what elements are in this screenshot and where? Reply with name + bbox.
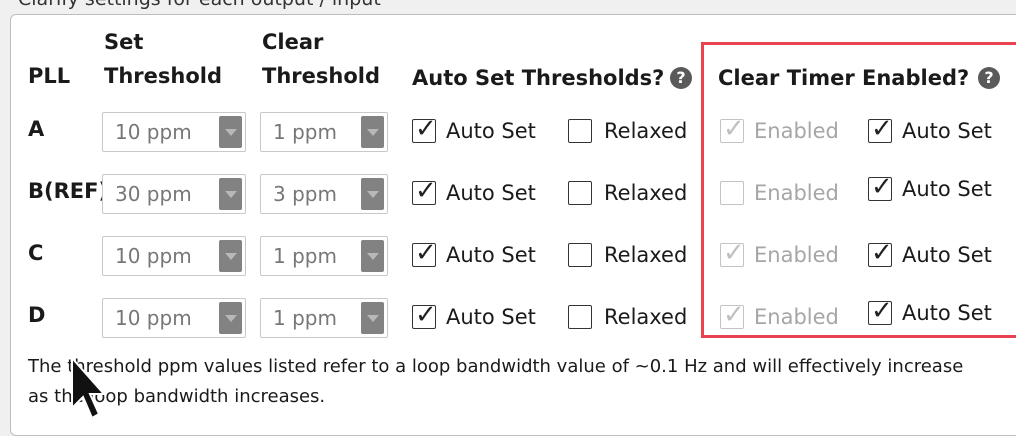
mouse-cursor-icon	[71, 355, 107, 420]
pll-row-label: D	[28, 303, 46, 327]
relaxed-label: Relaxed	[604, 119, 688, 143]
clear-threshold-value: 1 ppm	[273, 120, 337, 144]
checkmark-icon: ✓	[723, 238, 745, 268]
relaxed-label: Relaxed	[604, 243, 688, 267]
dropdown-arrow-icon[interactable]	[219, 240, 242, 272]
clear-threshold-select[interactable]: 3 ppm	[260, 174, 388, 214]
dropdown-arrow-icon[interactable]	[361, 116, 384, 148]
clear-timer-auto-set-checkbox[interactable]: ✓	[868, 296, 893, 326]
set-threshold-value: 10 ppm	[115, 244, 192, 268]
auto-set-label: Auto Set	[446, 243, 536, 267]
set-threshold-value: 30 ppm	[115, 182, 192, 206]
clear-timer-enabled-label: Enabled	[754, 243, 839, 267]
set-threshold-select[interactable]: 10 ppm	[102, 298, 246, 338]
relaxed-label: Relaxed	[604, 305, 688, 329]
pll-row-label: A	[28, 117, 45, 141]
set-threshold-select[interactable]: 10 ppm	[102, 112, 246, 152]
clear-timer-enabled-checkbox: ✓	[720, 238, 745, 268]
clear-timer-auto-set-label: Auto Set	[902, 177, 992, 201]
header-set-line2: Threshold	[104, 64, 222, 88]
clear-timer-enabled-checkbox: ✓	[720, 114, 745, 144]
header-auto-set-thresholds: Auto Set Thresholds?	[412, 66, 665, 90]
relaxed-checkbox[interactable]	[568, 305, 592, 329]
clear-threshold-select[interactable]: 1 ppm	[260, 236, 388, 276]
checkmark-icon: ✓	[871, 238, 893, 268]
header-pll: PLL	[28, 64, 71, 88]
set-threshold-value: 10 ppm	[115, 120, 192, 144]
top-strip-text: Clarify settings for each output / input	[18, 0, 381, 10]
checkmark-icon: ✓	[415, 238, 437, 268]
clear-threshold-value: 3 ppm	[273, 182, 337, 206]
pll-row-label: C	[28, 241, 44, 265]
relaxed-checkbox[interactable]	[568, 243, 592, 267]
checkmark-icon: ✓	[871, 114, 893, 144]
footnote-text: The threshold ppm values listed refer to…	[28, 356, 964, 407]
clear-timer-auto-set-label: Auto Set	[902, 301, 992, 325]
checkmark-icon: ✓	[871, 296, 893, 326]
clear-timer-auto-set-label: Auto Set	[902, 243, 992, 267]
clear-threshold-value: 1 ppm	[273, 306, 337, 330]
relaxed-checkbox[interactable]	[568, 181, 592, 205]
set-threshold-select[interactable]: 10 ppm	[102, 236, 246, 276]
checkmark-icon: ✓	[415, 176, 437, 206]
checkmark-icon: ✓	[415, 114, 437, 144]
clear-threshold-select[interactable]: 1 ppm	[260, 112, 388, 152]
dropdown-arrow-icon[interactable]	[219, 302, 242, 334]
checkmark-icon: ✓	[871, 172, 893, 202]
checkmark-icon: ✓	[415, 300, 437, 330]
header-clear-line2: Threshold	[262, 64, 380, 88]
auto-set-help-icon[interactable]: ?	[670, 67, 692, 89]
clear-timer-enabled-checkbox: ✓	[720, 300, 745, 330]
dropdown-arrow-icon[interactable]	[361, 240, 384, 272]
auto-set-checkbox[interactable]: ✓	[412, 238, 437, 268]
header-set-line1: Set	[104, 30, 144, 54]
set-threshold-value: 10 ppm	[115, 306, 192, 330]
dropdown-arrow-icon[interactable]	[361, 178, 384, 210]
top-strip: Clarify settings for each output / input	[0, 0, 1016, 14]
auto-set-checkbox[interactable]: ✓	[412, 176, 437, 206]
auto-set-checkbox[interactable]: ✓	[412, 300, 437, 330]
clear-threshold-value: 1 ppm	[273, 244, 337, 268]
relaxed-label: Relaxed	[604, 181, 688, 205]
clear-timer-auto-set-checkbox[interactable]: ✓	[868, 238, 893, 268]
checkmark-icon: ✓	[723, 114, 745, 144]
pll-row-label: B(REF)	[28, 179, 109, 203]
clear-timer-auto-set-checkbox[interactable]: ✓	[868, 114, 893, 144]
auto-set-label: Auto Set	[446, 119, 536, 143]
clear-timer-enabled-label: Enabled	[754, 181, 839, 205]
clear-timer-auto-set-checkbox[interactable]: ✓	[868, 172, 893, 202]
clear-threshold-select[interactable]: 1 ppm	[260, 298, 388, 338]
dropdown-arrow-icon[interactable]	[361, 302, 384, 334]
dropdown-arrow-icon[interactable]	[219, 116, 242, 148]
checkmark-icon: ✓	[723, 300, 745, 330]
auto-set-label: Auto Set	[446, 305, 536, 329]
auto-set-checkbox[interactable]: ✓	[412, 114, 437, 144]
dropdown-arrow-icon[interactable]	[219, 178, 242, 210]
auto-set-label: Auto Set	[446, 181, 536, 205]
clear-timer-enabled-checkbox	[720, 181, 744, 205]
clear-timer-auto-set-label: Auto Set	[902, 119, 992, 143]
clear-timer-enabled-label: Enabled	[754, 305, 839, 329]
header-clear-line1: Clear	[262, 30, 324, 54]
clear-timer-enabled-label: Enabled	[754, 119, 839, 143]
relaxed-checkbox[interactable]	[568, 119, 592, 143]
set-threshold-select[interactable]: 30 ppm	[102, 174, 246, 214]
